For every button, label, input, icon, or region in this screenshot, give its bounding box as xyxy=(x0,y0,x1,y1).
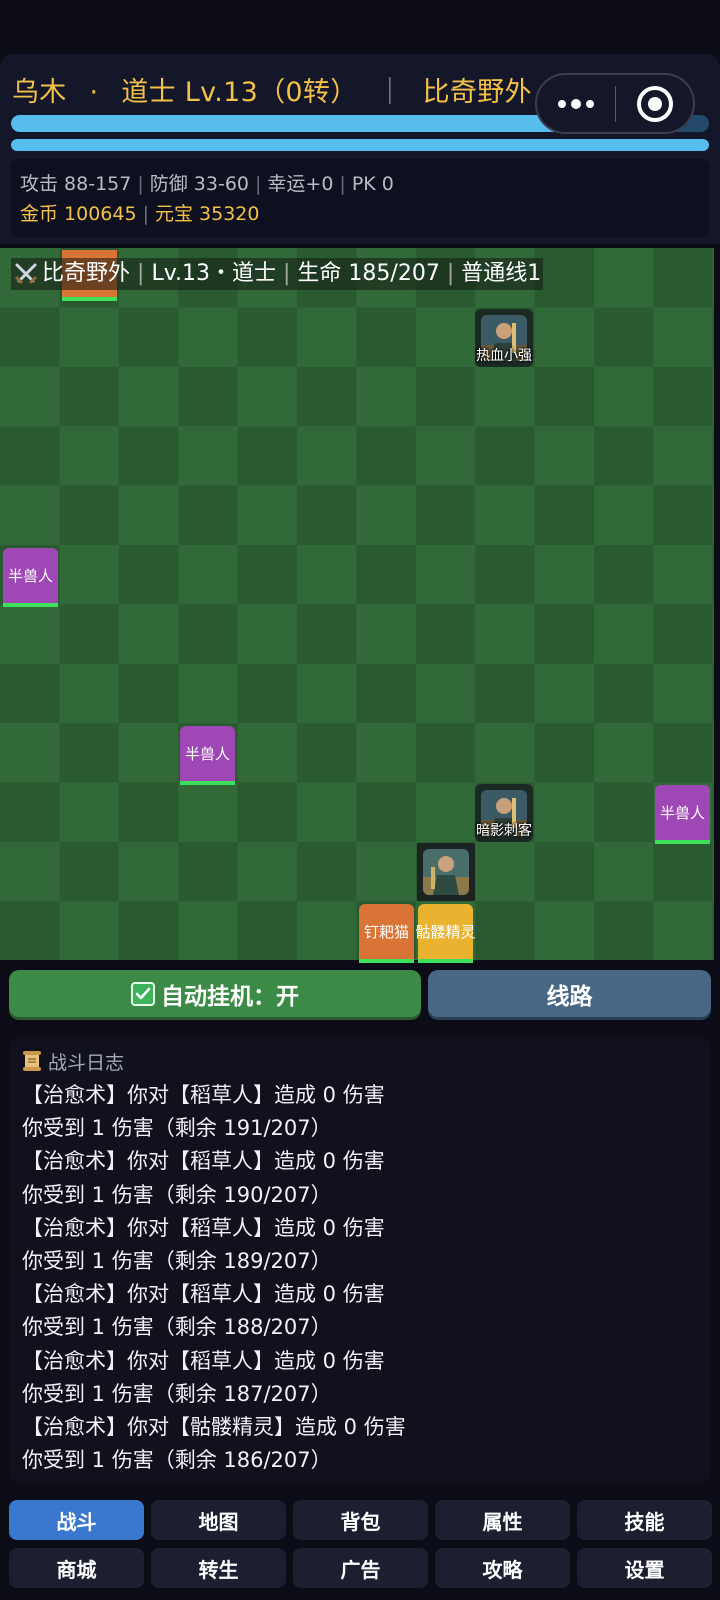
log-entry: 你受到 1 伤害（剩余 186/207） xyxy=(22,1448,332,1473)
taoist-portrait-icon xyxy=(423,849,469,895)
banner-level: Lv.13・道士 xyxy=(151,261,276,286)
combat-stats-row: 攻击 88-157 | 防御 33-60 | 幸运+0 | PK 0 xyxy=(20,173,394,195)
monster-tile[interactable]: 骷髅精灵 xyxy=(415,904,476,963)
player-name: 热血小强 xyxy=(476,348,532,364)
tab-shop[interactable]: 商城 xyxy=(9,1548,144,1588)
monster-name: 半兽人 xyxy=(659,804,705,822)
miniprogram-capsule xyxy=(535,73,695,134)
current-map: 比奇野外 xyxy=(422,77,532,108)
log-entry: 【治愈术】你对【稻草人】造成 0 伤害 xyxy=(22,1215,385,1240)
gold-amount: 金币 100645 xyxy=(20,203,137,225)
log-entry: 【治愈术】你对【稻草人】造成 0 伤害 xyxy=(22,1083,385,1107)
log-entry: 你受到 1 伤害（剩余 190/207） xyxy=(22,1182,332,1207)
player-name: 暗影刺客 xyxy=(476,823,532,839)
crossed-swords-icon xyxy=(14,263,38,285)
battle-log-header: 战斗日志 xyxy=(22,1047,698,1075)
field-info-banner: 比奇野外 | Lv.13・道士 | 生命 185/207 | 普通线1 xyxy=(11,258,544,290)
monster-name: 半兽人 xyxy=(184,745,230,763)
tab-attributes[interactable]: 属性 xyxy=(435,1500,570,1540)
luck-stat: 幸运+0 xyxy=(267,173,334,195)
log-entry: 你受到 1 伤害（剩余 188/207） xyxy=(22,1315,332,1340)
monster-name: 骷髅精灵 xyxy=(415,923,476,941)
log-entry: 【治愈术】你对【骷髅精灵】造成 0 伤害 xyxy=(22,1415,406,1440)
tab-ads[interactable]: 广告 xyxy=(293,1548,428,1588)
field-edge xyxy=(714,248,720,960)
log-entry: 【治愈术】你对【稻草人】造成 0 伤害 xyxy=(22,1149,385,1174)
character-name: 乌木 xyxy=(12,77,67,108)
banner-map: 比奇野外 xyxy=(42,261,131,286)
self-character[interactable] xyxy=(417,843,475,901)
title-separator: ｜ xyxy=(376,77,404,108)
monster-tile[interactable]: 半兽人 xyxy=(180,726,235,785)
battle-log-panel[interactable]: 战斗日志 【治愈术】你对【稻草人】造成 0 伤害 你受到 1 伤害（剩余 191… xyxy=(10,1037,710,1483)
monster-tile[interactable]: 半兽人 xyxy=(655,785,710,844)
tab-guide[interactable]: 攻略 xyxy=(435,1548,570,1588)
tab-battle[interactable]: 战斗 xyxy=(9,1500,144,1540)
tab-skills[interactable]: 技能 xyxy=(577,1500,712,1540)
log-entry: 【治愈术】你对【稻草人】造成 0 伤害 xyxy=(22,1348,385,1373)
scroll-icon xyxy=(23,1051,41,1071)
server-line-button[interactable]: 线路 xyxy=(428,970,711,1017)
monster-tile[interactable]: 半兽人 xyxy=(3,548,58,607)
mp-bar-fill xyxy=(11,139,709,151)
player-avatar[interactable]: 热血小强 xyxy=(475,309,533,367)
battle-field[interactable] xyxy=(0,248,714,960)
auto-battle-button[interactable]: 自动挂机：开 xyxy=(9,970,421,1017)
banner-life: 生命 185/207 xyxy=(297,261,440,286)
player-avatar[interactable]: 暗影刺客 xyxy=(475,784,533,842)
checkmark-icon xyxy=(131,981,155,1006)
auto-battle-label: 自动挂机：开 xyxy=(161,983,299,1010)
stats-panel: 攻击 88-157 | 防御 33-60 | 幸运+0 | PK 0 金币 100645 | 元… xyxy=(10,159,710,237)
bottom-navigation: 战斗 地图 背包 属性 技能 商城 转生 广告 攻略 设置 xyxy=(0,1492,720,1600)
tab-inventory[interactable]: 背包 xyxy=(293,1500,428,1540)
banner-line: 普通线1 xyxy=(461,261,542,286)
log-entry: 你受到 1 伤害（剩余 187/207） xyxy=(22,1381,332,1406)
pk-stat: PK 0 xyxy=(351,173,394,195)
monster-name: 半兽人 xyxy=(7,567,53,585)
title-dot: · xyxy=(89,77,99,108)
server-line-label: 线路 xyxy=(546,983,593,1010)
currency-row: 金币 100645 | 元宝 35320 xyxy=(20,203,260,225)
class-level: 道士 Lv.13（0转） xyxy=(121,77,358,108)
log-entry: 你受到 1 伤害（剩余 189/207） xyxy=(22,1249,332,1274)
more-dots-icon[interactable] xyxy=(537,75,615,132)
attack-stat: 攻击 88-157 xyxy=(20,173,132,195)
tab-rebirth[interactable]: 转生 xyxy=(151,1548,286,1588)
yuanbao-amount: 元宝 35320 xyxy=(154,203,260,225)
log-entry: 你受到 1 伤害（剩余 191/207） xyxy=(22,1116,332,1141)
tab-map[interactable]: 地图 xyxy=(151,1500,286,1540)
defense-stat: 防御 33-60 xyxy=(149,173,249,195)
battle-log-title: 战斗日志 xyxy=(48,1051,125,1074)
mp-bar xyxy=(11,139,709,151)
monster-name: 钉耙猫 xyxy=(363,923,409,941)
target-icon[interactable] xyxy=(616,75,693,132)
monster-tile[interactable]: 钉耙猫 xyxy=(359,904,414,963)
log-entry: 【治愈术】你对【稻草人】造成 0 伤害 xyxy=(22,1282,385,1307)
character-title: 乌木 · 道士 Lv.13（0转） ｜ 比奇野外 xyxy=(12,70,532,109)
tab-settings[interactable]: 设置 xyxy=(577,1548,712,1588)
